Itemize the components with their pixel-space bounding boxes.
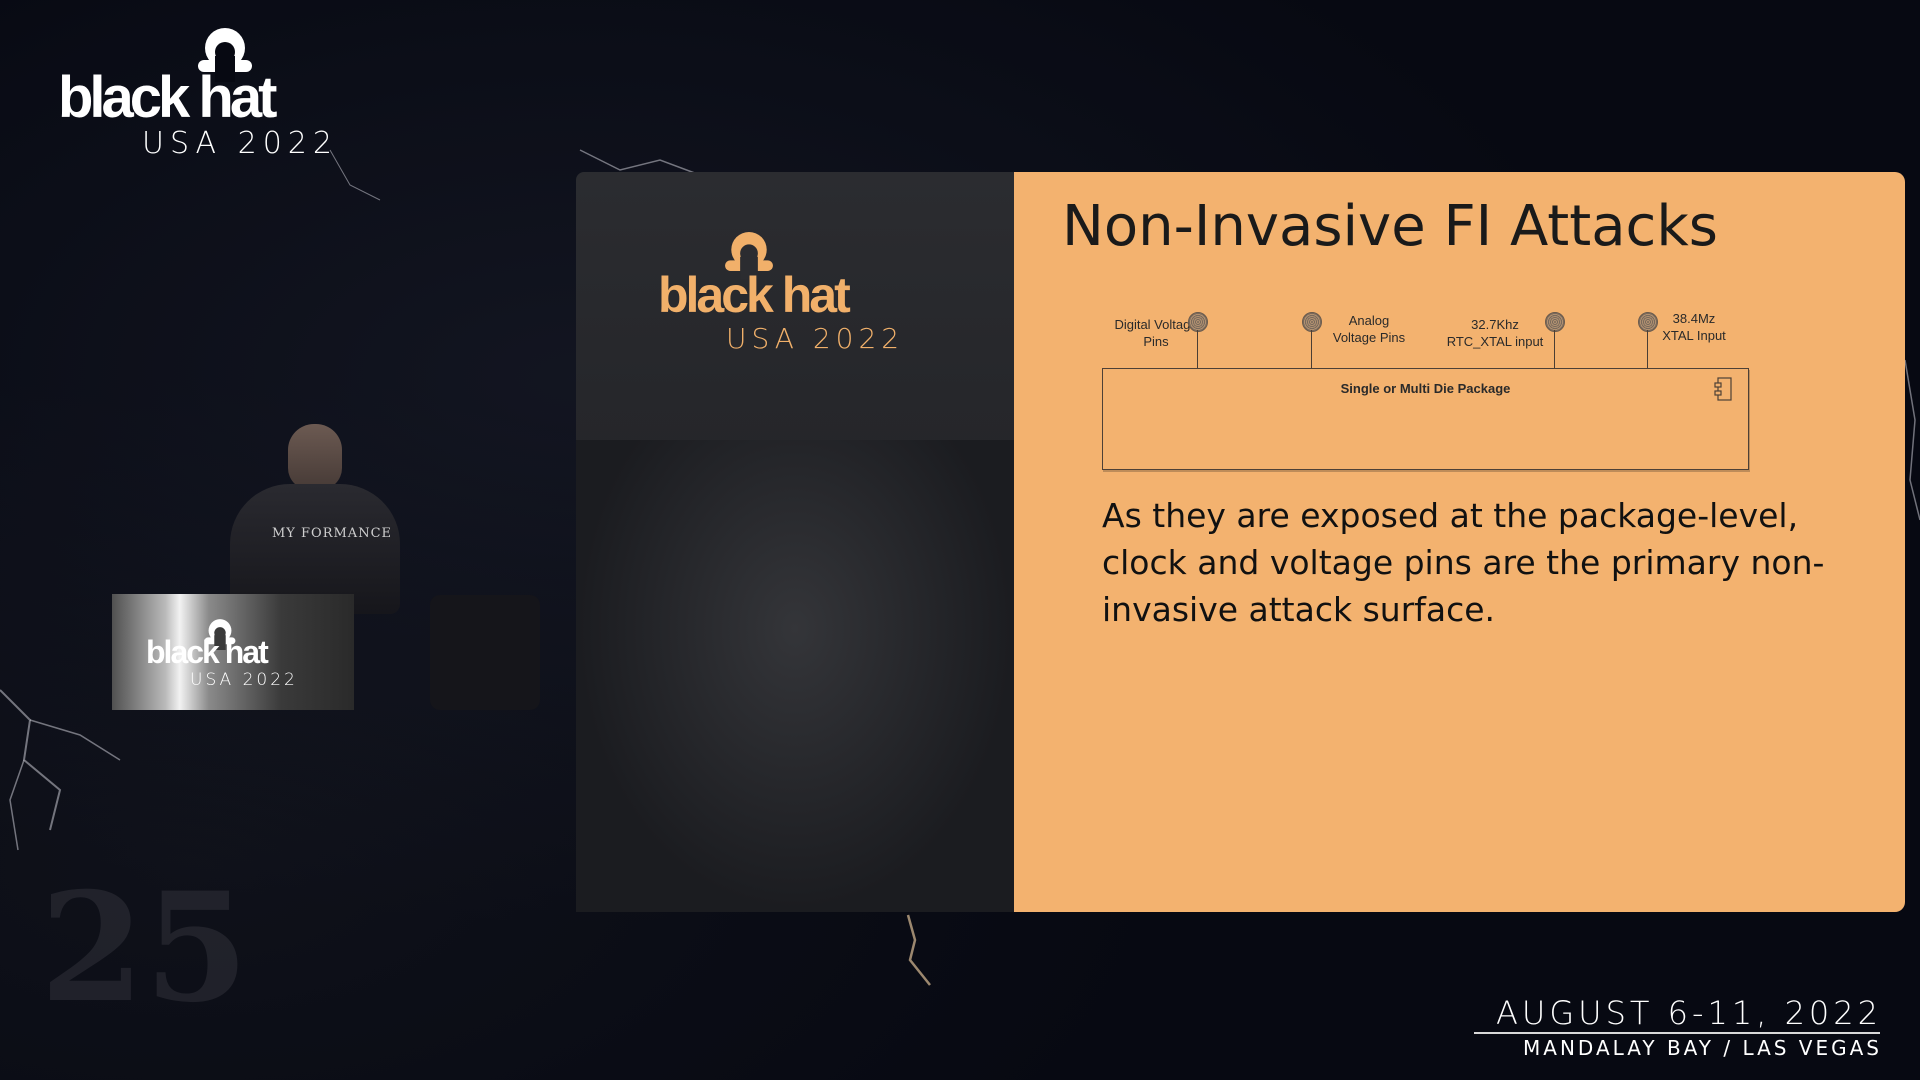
pin-dot-icon: [1188, 312, 1208, 332]
speaker-video: MY FORMANCE black hat USA 2022: [100, 410, 560, 710]
pin-label-analog-voltage: Analog Voltage Pins: [1332, 313, 1406, 345]
event-divider: [1474, 1032, 1880, 1034]
pin-label-xtal-input: 38.4Mz XTAL Input: [1662, 311, 1726, 343]
package-label: Single or Multi Die Package: [1340, 381, 1511, 396]
event-venue: MANDALAY BAY / LAS VEGAS: [1523, 1036, 1882, 1060]
event-date: AUGUST 6-11, 2022: [1496, 994, 1882, 1032]
package-box: Single or Multi Die Package: [1102, 368, 1749, 470]
pin-dot-icon: [1545, 312, 1565, 332]
speaker-head: [288, 424, 342, 490]
stage: 25 black hat USA 2022 MY FORMANCE black …: [0, 0, 1920, 1080]
conference-logo: black hat USA 2022: [58, 24, 388, 164]
component-icon: [1714, 377, 1732, 401]
conference-edition: USA 2022: [142, 126, 338, 161]
pin-line: [1647, 330, 1648, 368]
podium-brand: black hat: [146, 634, 269, 670]
slide-side-brand: black hat: [658, 267, 851, 323]
slide-content: Non-Invasive FI Attacks Digital Voltage P…: [1014, 172, 1905, 912]
pin-diagram: Digital Voltage Pins Analog Voltage Pins 3…: [1014, 172, 1905, 492]
pin-line: [1311, 330, 1312, 368]
pin-label-rtc-xtal: 32.7Khz RTC_XTAL input: [1446, 317, 1544, 349]
slide-side-panel: black hat USA 2022: [576, 172, 1014, 912]
slide-body-text: As they are exposed at the package-level…: [1102, 496, 1825, 629]
speaker-shirt-text: MY FORMANCE: [272, 526, 393, 541]
pin-line: [1197, 330, 1198, 368]
conference-brand: black hat: [58, 65, 277, 130]
podium-edition: USA 2022: [190, 670, 298, 690]
background-decoration: 25: [40, 860, 249, 1036]
pin-line: [1554, 330, 1555, 368]
slide-side-band: [576, 440, 1014, 912]
slide-side-edition: USA 2022: [726, 322, 905, 355]
podium: black hat USA 2022: [112, 594, 354, 710]
chair: [430, 595, 540, 710]
